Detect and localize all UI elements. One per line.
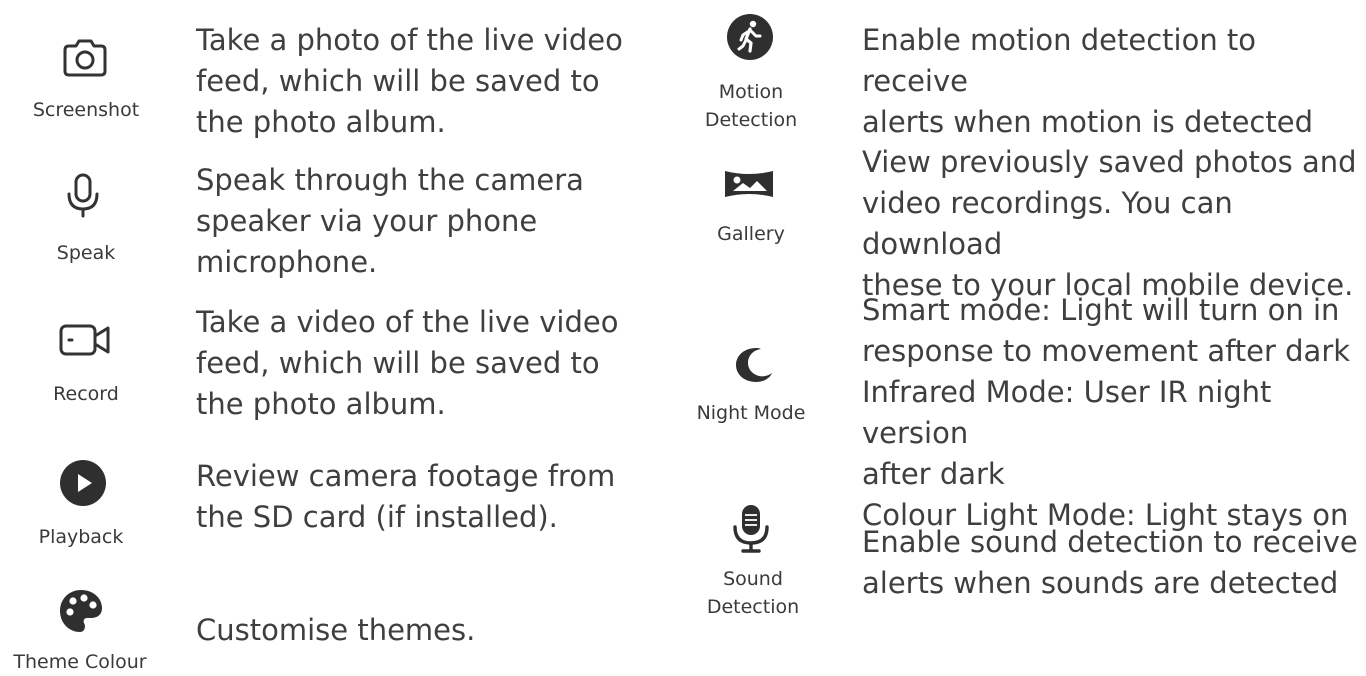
palette-icon	[55, 585, 107, 637]
feature-description: Enable sound detection to receive alerts…	[862, 525, 1358, 600]
video-camera-icon	[57, 320, 113, 360]
moon-icon	[726, 344, 774, 386]
feature-description: Speak through the camera speaker via you…	[196, 163, 584, 279]
feature-description: Take a photo of the live video feed, whi…	[196, 23, 623, 139]
feature-label: Record	[53, 383, 119, 405]
feature-description: Enable motion detection to receive alert…	[862, 23, 1314, 139]
feature-label: Night Mode	[696, 402, 806, 424]
feature-description: Review camera footage from the SD card (…	[196, 459, 616, 534]
gallery-icon	[722, 168, 776, 200]
feature-description: Customise themes.	[196, 613, 476, 647]
microphone-icon	[60, 170, 106, 220]
feature-label: Motion Detection	[704, 81, 798, 131]
feature-label: Screenshot	[32, 99, 140, 121]
sound-microphone-icon	[728, 502, 774, 554]
feature-description: View previously saved photos and video r…	[862, 145, 1357, 302]
feature-label: Gallery	[717, 223, 785, 245]
feature-description: Smart mode: Light will turn on in respon…	[862, 293, 1351, 532]
feature-label: Speak	[56, 242, 116, 264]
feature-label: Sound Detection	[706, 568, 800, 618]
feature-label: Theme Colour	[13, 651, 147, 673]
camera-icon	[60, 36, 110, 80]
feature-description: Take a video of the live video feed, whi…	[196, 305, 619, 421]
running-person-icon	[725, 12, 775, 62]
play-icon	[58, 458, 108, 508]
feature-label: Playback	[38, 526, 124, 548]
